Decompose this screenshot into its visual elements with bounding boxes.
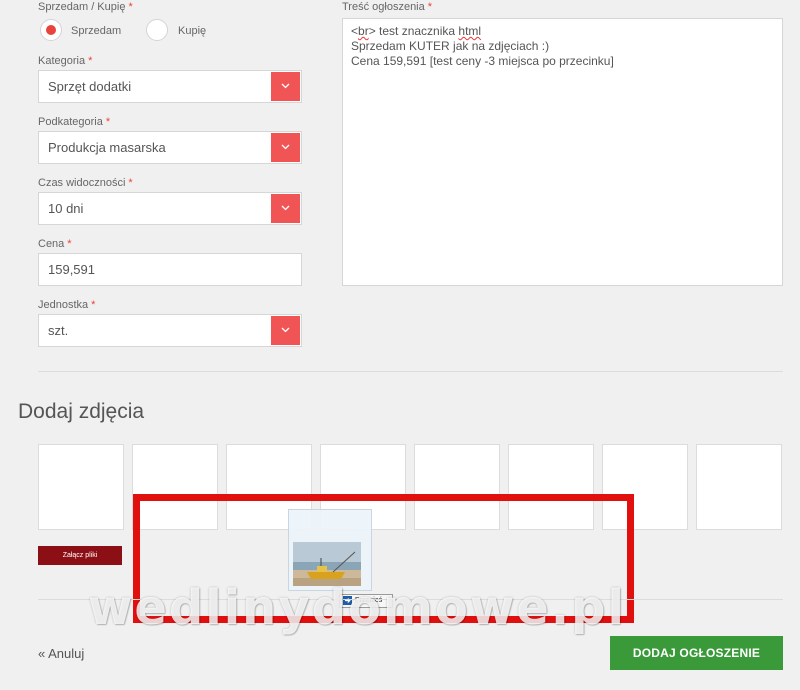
content-label: Treść ogłoszenia *: [342, 1, 433, 13]
category-label: Kategoria *: [38, 55, 93, 67]
price-value: 159,591: [48, 262, 95, 277]
radio-sell[interactable]: [40, 19, 62, 41]
sell-buy-label: Sprzedam / Kupię *: [38, 1, 133, 13]
subcategory-label: Podkategoria *: [38, 116, 111, 128]
visibility-select[interactable]: 10 dni: [38, 192, 302, 225]
photo-slot-1[interactable]: [38, 444, 124, 530]
visibility-value: 10 dni: [48, 201, 84, 216]
unit-value: szt.: [48, 323, 69, 338]
photos-title: Dodaj zdjęcia: [18, 400, 145, 423]
chevron-down-icon[interactable]: [271, 133, 300, 162]
radio-sell-label: Sprzedam: [71, 25, 122, 37]
chevron-down-icon[interactable]: [271, 72, 300, 101]
radio-buy[interactable]: [146, 19, 168, 41]
content-line-3: Cena 159,591 [test ceny -3 miejsca po pr…: [351, 54, 614, 68]
chevron-down-icon[interactable]: [271, 316, 300, 345]
cancel-link[interactable]: « Anuluj: [38, 646, 84, 661]
divider: [38, 371, 783, 372]
submit-button[interactable]: DODAJ OGŁOSZENIE: [610, 636, 783, 670]
content-line-2: Sprzedam KUTER jak na zdjęciach :): [351, 39, 550, 53]
subcategory-value: Produkcja masarska: [48, 140, 166, 155]
price-input[interactable]: 159,591: [38, 253, 302, 286]
unit-label: Jednostka *: [38, 299, 96, 311]
category-select[interactable]: Sprzęt dodatki: [38, 70, 302, 103]
attach-files-button[interactable]: Załącz pliki: [38, 546, 122, 565]
unit-select[interactable]: szt.: [38, 314, 302, 347]
subcategory-select[interactable]: Produkcja masarska: [38, 131, 302, 164]
category-value: Sprzęt dodatki: [48, 79, 132, 94]
chevron-down-icon[interactable]: [271, 194, 300, 223]
price-label: Cena *: [38, 238, 72, 250]
radio-buy-label: Kupię: [178, 25, 207, 37]
photo-slot-8[interactable]: [696, 444, 782, 530]
visibility-label: Czas widoczności *: [38, 177, 133, 189]
watermark: wedlinydomowe.pl: [88, 580, 626, 636]
content-textarea[interactable]: <br> test znacznika html Sprzedam KUTER …: [342, 18, 783, 286]
content-line-1: <br> test znacznika html: [351, 24, 482, 38]
